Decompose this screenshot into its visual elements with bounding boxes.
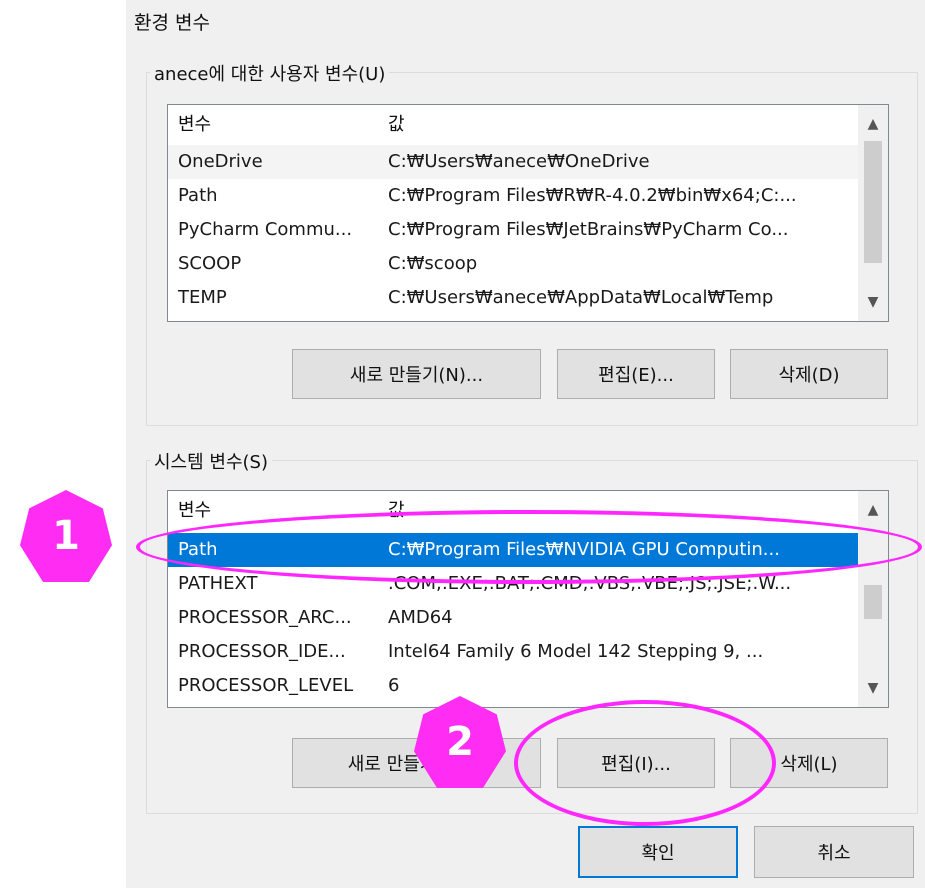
- table-row[interactable]: PROCESSOR_ARC... AMD64: [168, 601, 858, 635]
- variable-name: PATHEXT: [178, 573, 258, 594]
- variable-name: OneDrive: [178, 151, 263, 172]
- variable-value: Intel64 Family 6 Model 142 Stepping 9, .…: [388, 641, 764, 662]
- user-edit-button[interactable]: 편집(E)...: [557, 349, 715, 399]
- variable-value: AMD64: [388, 607, 453, 628]
- table-row[interactable]: PROCESSOR_IDE... Intel64 Family 6 Model …: [168, 635, 858, 669]
- table-row[interactable]: PROCESSOR_LEVEL 6: [168, 669, 858, 703]
- user-new-button[interactable]: 새로 만들기(N)...: [292, 349, 541, 399]
- variable-name: PROCESSOR_IDE...: [178, 641, 346, 662]
- table-row[interactable]: TEMP C:₩Users₩anece₩AppData₩Local₩Temp: [168, 281, 858, 315]
- ok-button[interactable]: 확인: [578, 826, 738, 878]
- cancel-button[interactable]: 취소: [754, 826, 914, 878]
- highlight-ellipse-path-row: [136, 510, 922, 584]
- variable-name: SCOOP: [178, 253, 242, 274]
- table-row[interactable]: SCOOP C:₩scoop: [168, 247, 858, 281]
- user-variables-list[interactable]: 변수 값 OneDrive C:₩Users₩anece₩OneDrive Pa…: [167, 104, 889, 322]
- table-row[interactable]: PyCharm Commu... C:₩Program Files₩JetBra…: [168, 213, 858, 247]
- variable-value: C:₩Users₩anece₩OneDrive: [388, 151, 650, 172]
- user-delete-button[interactable]: 삭제(D): [730, 349, 888, 399]
- scroll-down-icon[interactable]: ▼: [858, 289, 888, 315]
- system-variables-label: 시스템 변수(S): [150, 448, 272, 474]
- step-badge-1: 1: [20, 490, 112, 582]
- scroll-up-icon[interactable]: ▲: [858, 497, 888, 523]
- variable-value: C:₩Users₩anece₩AppData₩Local₩Temp: [388, 287, 774, 308]
- variable-name: PROCESSOR_ARC...: [178, 607, 352, 628]
- vertical-scrollbar[interactable]: ▲ ▼: [858, 491, 888, 707]
- table-row[interactable]: OneDrive C:₩Users₩anece₩OneDrive: [168, 145, 858, 179]
- user-variables-label: anece에 대한 사용자 변수(U): [150, 60, 390, 86]
- scroll-up-icon[interactable]: ▲: [858, 111, 888, 137]
- scroll-down-icon[interactable]: ▼: [858, 675, 888, 701]
- variable-name: PROCESSOR_LEVEL: [178, 675, 354, 696]
- scroll-thumb[interactable]: [864, 141, 882, 263]
- vertical-scrollbar[interactable]: ▲ ▼: [858, 105, 888, 321]
- variable-name: PyCharm Commu...: [178, 219, 353, 240]
- scroll-thumb[interactable]: [864, 585, 882, 619]
- window-title: 환경 변수: [134, 12, 210, 34]
- list-header: 변수 값: [168, 105, 858, 139]
- variable-name: Path: [178, 185, 218, 206]
- column-header-name[interactable]: 변수: [178, 110, 211, 136]
- column-header-name[interactable]: 변수: [178, 496, 211, 522]
- table-row[interactable]: Path C:₩Program Files₩R₩R-4.0.2₩bin₩x64;…: [168, 179, 858, 213]
- variable-value: C:₩Program Files₩JetBrains₩PyCharm Co...: [388, 219, 789, 240]
- highlight-ellipse-edit-button: [514, 700, 776, 826]
- variable-value: 6: [388, 675, 400, 696]
- variable-value: C:₩Program Files₩R₩R-4.0.2₩bin₩x64;C:...: [388, 185, 797, 206]
- variable-name: TEMP: [178, 287, 227, 308]
- variable-value: C:₩scoop: [388, 253, 478, 274]
- column-header-value[interactable]: 값: [388, 110, 405, 136]
